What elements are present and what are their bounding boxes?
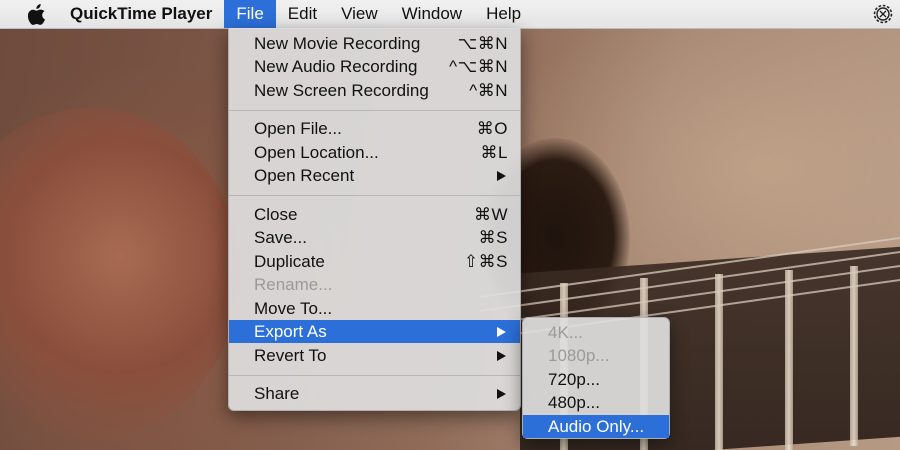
menu-separator (229, 195, 520, 196)
screen: QuickTime Player File Edit View Window H… (0, 0, 900, 450)
menu-item-share[interactable]: Share (229, 382, 520, 405)
submenu-arrow-icon (497, 327, 506, 337)
menu-item-new-screen-recording[interactable]: New Screen Recording ^⌘N (229, 79, 520, 102)
submenu-arrow-icon (497, 351, 506, 361)
menu-item-export-as[interactable]: Export As (229, 320, 520, 343)
menu-item-shortcut: ^⌘N (469, 81, 508, 100)
menu-item-label: Open Location... (254, 143, 379, 162)
video-fret (850, 266, 858, 446)
menu-item-shortcut: ⇧⌘S (463, 252, 508, 271)
menu-item-label: New Audio Recording (254, 57, 418, 76)
menu-item-label: Revert To (254, 346, 327, 365)
video-hand-shape (0, 108, 240, 438)
submenu-item-audio-only[interactable]: Audio Only... (523, 415, 669, 438)
menu-item-label: Move To... (254, 299, 333, 318)
apple-icon[interactable] (26, 3, 48, 25)
apple-icon-glyph (28, 3, 45, 25)
submenu-arrow-icon (497, 171, 506, 181)
menu-item-label: 4K... (548, 323, 583, 342)
menu-item-revert-to[interactable]: Revert To (229, 344, 520, 367)
menu-separator (229, 110, 520, 111)
menu-item-label: Duplicate (254, 252, 325, 271)
menu-item-label: Open File... (254, 119, 342, 138)
menu-item-label: Open Recent (254, 166, 355, 185)
video-fret (715, 274, 723, 450)
menu-item-shortcut: ^⌥⌘N (449, 57, 508, 76)
menu-item-label: Save... (254, 228, 307, 247)
menu-item-shortcut: ⌘L (480, 143, 508, 162)
menu-item-label: Close (254, 205, 298, 224)
menu-item-label: Audio Only... (548, 417, 645, 436)
menu-item-open-recent[interactable]: Open Recent (229, 164, 520, 187)
menu-item-new-audio-recording[interactable]: New Audio Recording ^⌥⌘N (229, 55, 520, 78)
menu-item-label: Share (254, 384, 300, 403)
file-menu-dropdown: New Movie Recording ⌥⌘N New Audio Record… (228, 28, 521, 411)
menu-separator (229, 375, 520, 376)
menu-app-name[interactable]: QuickTime Player (68, 0, 224, 28)
menu-item-move-to[interactable]: Move To... (229, 297, 520, 320)
menu-item-shortcut: ⌘S (478, 228, 508, 247)
menu-item-close[interactable]: Close ⌘W (229, 203, 520, 226)
menu-bar: QuickTime Player File Edit View Window H… (0, 0, 900, 29)
submenu-item-720p[interactable]: 720p... (523, 368, 669, 391)
menu-item-duplicate[interactable]: Duplicate ⇧⌘S (229, 250, 520, 273)
menu-item-open-file[interactable]: Open File... ⌘O (229, 117, 520, 140)
menu-item-save[interactable]: Save... ⌘S (229, 226, 520, 249)
menu-item-open-location[interactable]: Open Location... ⌘L (229, 141, 520, 164)
menu-view[interactable]: View (329, 0, 390, 28)
menu-item-label: 1080p... (548, 346, 610, 365)
menu-item-label: 720p... (548, 370, 600, 389)
menu-item-shortcut: ⌥⌘N (457, 34, 508, 53)
menu-window[interactable]: Window (390, 0, 474, 28)
export-as-submenu: 4K... 1080p... 720p... 480p... Audio Onl… (522, 317, 670, 439)
gear-cog-icon-glyph (873, 4, 893, 24)
menu-item-rename: Rename... (229, 273, 520, 296)
menu-item-label: Rename... (254, 275, 333, 294)
submenu-item-1080p: 1080p... (523, 344, 669, 367)
menu-edit[interactable]: Edit (276, 0, 329, 28)
submenu-arrow-icon (497, 389, 506, 399)
menu-item-shortcut: ⌘O (476, 119, 508, 138)
menu-file[interactable]: File (224, 0, 276, 28)
menu-item-label: 480p... (548, 393, 600, 412)
video-fret (785, 270, 793, 450)
submenu-item-4k: 4K... (523, 321, 669, 344)
menu-item-label: New Movie Recording (254, 34, 421, 53)
menu-item-new-movie-recording[interactable]: New Movie Recording ⌥⌘N (229, 32, 520, 55)
submenu-item-480p[interactable]: 480p... (523, 391, 669, 414)
menu-item-label: New Screen Recording (254, 81, 429, 100)
gear-cog-icon[interactable] (872, 3, 894, 25)
menu-item-label: Export As (254, 322, 327, 341)
menu-item-shortcut: ⌘W (473, 205, 508, 224)
menu-help[interactable]: Help (474, 0, 533, 28)
